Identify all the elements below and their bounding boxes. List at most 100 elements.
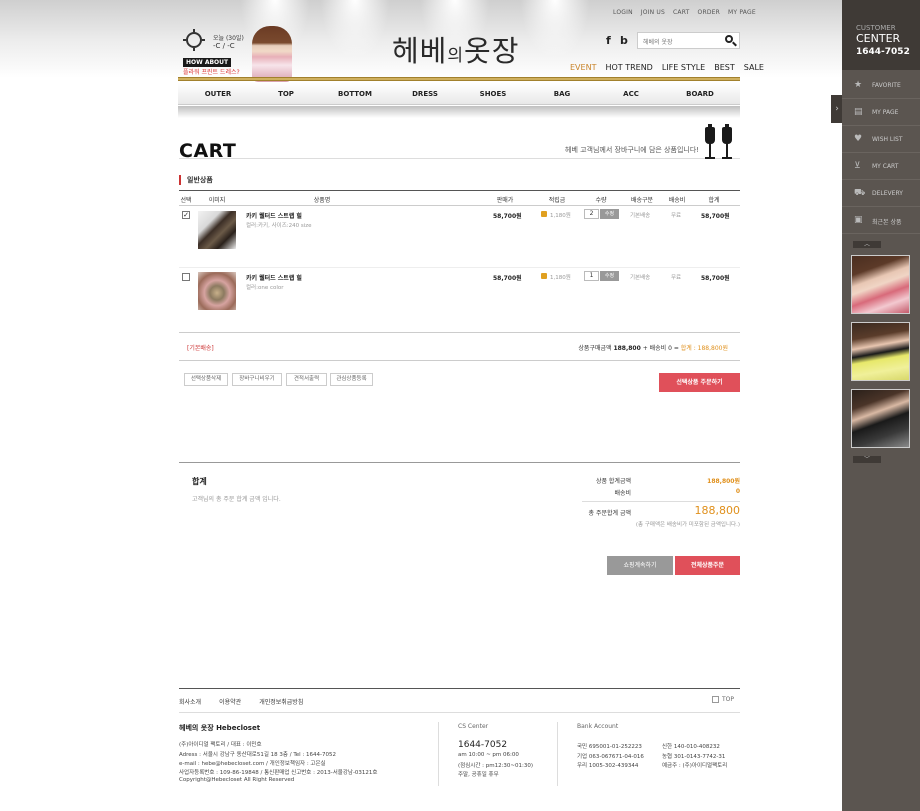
top-link-login[interactable]: LOGIN (613, 9, 633, 16)
totals-title: 합계 (192, 477, 207, 486)
shipping-label: 배송비 (614, 490, 631, 497)
product-points: 1,180원 (550, 213, 571, 219)
site-logo[interactable]: 헤베의옷장 (392, 28, 519, 70)
heart-icon: ♥ (854, 134, 863, 144)
how-about-subtitle[interactable]: 플라워 프린트 드레스? (183, 67, 240, 76)
product-thumbnail[interactable] (198, 211, 236, 249)
main-nav-bottom[interactable]: BOTTOM (338, 90, 372, 98)
quantity-update-button[interactable]: 수정 (600, 271, 619, 281)
quantity-input[interactable]: 1 (584, 271, 599, 281)
totals-divider (179, 462, 740, 463)
quantity-input[interactable]: 2 (584, 209, 599, 219)
footer-link-terms[interactable]: 이용약관 (219, 699, 241, 706)
top-label: TOP (722, 696, 735, 703)
sidebar-item-mypage[interactable]: ▤ MY PAGE (842, 100, 920, 126)
sidebar-item-label: MY PAGE (872, 109, 899, 116)
shipping-fee: 무료 (671, 213, 682, 219)
product-name[interactable]: 카키 웰터드 스트랩 힐 (246, 211, 302, 220)
product-price: 58,700원 (493, 213, 522, 220)
item-checkbox[interactable] (182, 273, 190, 281)
footer-info: (주)아이디얼 팩토리 / 대표 : 이민호 (179, 742, 262, 748)
goods-total-label: 상품 합계금액 (595, 478, 631, 485)
totals-description: 고객님의 총 주문 합계 금액 입니다. (192, 496, 281, 503)
truck-icon: ⛟ (854, 188, 866, 198)
col-points: 적립금 (548, 197, 566, 204)
star-icon: ★ (854, 80, 863, 90)
recent-product-thumbnail[interactable] (851, 255, 910, 314)
cc-label: CUSTOMER (856, 24, 896, 32)
scroll-up-icon[interactable]: ︿ (853, 241, 881, 248)
quantity-update-button[interactable]: 수정 (600, 209, 619, 219)
order-selected-button[interactable]: 선택상품 주문하기 (659, 373, 740, 392)
sidebar-item-delivery[interactable]: ⛟ DELEVERY (842, 181, 920, 207)
shipping-value: 0 (735, 488, 740, 495)
facebook-icon[interactable]: f (606, 34, 611, 47)
nav-best[interactable]: BEST (714, 63, 735, 72)
row-total: 58,700원 (701, 275, 730, 282)
sidebar-item-recent[interactable]: ▣ 최근본 상품 (842, 208, 920, 234)
goods-total-value: 188,800원 (707, 478, 740, 485)
light-spot (320, 0, 390, 60)
recent-product-thumbnail[interactable] (851, 389, 910, 448)
continue-shopping-button[interactable]: 쇼핑계속하기 (607, 556, 673, 575)
nav-life-style[interactable]: LIFE STYLE (662, 63, 705, 72)
top-link-mypage[interactable]: MY PAGE (728, 9, 756, 16)
summary-total: 합계 : 188,800원 (680, 345, 728, 352)
empty-cart-button[interactable]: 장바구니비우기 (232, 373, 282, 386)
weather-temp: -C / -C (213, 42, 235, 50)
sidebar-item-label: DELEVERY (872, 190, 903, 197)
nav-hot-trend[interactable]: HOT TREND (605, 63, 652, 72)
cc-title: CENTER (856, 32, 901, 45)
add-wishlist-button[interactable]: 관심상품등록 (330, 373, 373, 386)
sidebar-item-wishlist[interactable]: ♥ WISH LIST (842, 127, 920, 153)
sidebar-item-mycart[interactable]: ⊻ MY CART (842, 154, 920, 180)
main-nav-shoes[interactable]: SHOES (480, 90, 507, 98)
main-nav-dress[interactable]: DRESS (412, 90, 438, 98)
mypage-icon: ▤ (854, 107, 863, 117)
sun-icon (183, 29, 211, 53)
print-quote-button[interactable]: 견적서출력 (286, 373, 327, 386)
order-all-button[interactable]: 전체상품주문 (675, 556, 740, 575)
bank-holder: 예금주 : (주)아이디얼팩토리 (662, 763, 728, 769)
top-link-cart[interactable]: CART (673, 9, 690, 16)
sidebar-item-favorite[interactable]: ★ FAVORITE (842, 73, 920, 99)
recent-product-thumbnail[interactable] (851, 322, 910, 381)
footer-link-privacy[interactable]: 개인정보취급방침 (259, 699, 303, 706)
footer-company: 헤베의 옷장 Hebecloset (179, 724, 261, 732)
scroll-top-button[interactable]: TOP (712, 696, 734, 703)
main-nav-acc[interactable]: ACC (623, 90, 639, 98)
footer-divider (179, 688, 740, 689)
search-icon[interactable] (723, 33, 738, 48)
logo-end: 옷장 (464, 34, 520, 68)
delete-selected-button[interactable]: 선택상품삭제 (184, 373, 228, 386)
scroll-down-icon[interactable]: ﹀ (853, 456, 881, 463)
main-nav-top[interactable]: TOP (278, 90, 294, 98)
order-total-value: 188,800 (694, 504, 741, 517)
summary-mid: + 배송비 0 = (642, 345, 679, 352)
top-link-join[interactable]: JOIN US (641, 9, 665, 16)
shipping-type: 기본배송 (630, 213, 651, 219)
col-ship-type: 배송구분 (630, 197, 654, 204)
bank-account: 기업 063-067671-04-016 (577, 754, 644, 760)
main-nav-bag[interactable]: BAG (554, 90, 571, 98)
col-ship-fee: 배송비 (668, 197, 686, 204)
item-checkbox[interactable]: ✓ (182, 211, 190, 219)
nav-event[interactable]: EVENT (570, 63, 596, 72)
model-image[interactable] (252, 26, 292, 82)
top-link-order[interactable]: ORDER (698, 9, 720, 16)
product-option: 컬러:one color (246, 285, 284, 291)
how-about-badge[interactable]: HOW ABOUT (183, 58, 232, 67)
title-divider (179, 158, 740, 159)
cs-hours: am 10:00 ~ pm 06:00 (458, 752, 519, 758)
blog-icon[interactable]: b (620, 34, 628, 47)
product-thumbnail[interactable] (198, 272, 236, 310)
nav-shadow (178, 106, 740, 118)
main-nav-board[interactable]: BOARD (686, 90, 714, 98)
product-name[interactable]: 카키 웰터드 스트랩 힐 (246, 273, 302, 282)
main-nav-outer[interactable]: OUTER (205, 90, 232, 98)
col-image: 이미지 (208, 197, 226, 204)
footer-info: e-mail : hebe@hebecloset.com / 개인정보책임자 :… (179, 761, 326, 767)
sidebar-item-label: FAVORITE (872, 82, 901, 89)
nav-sale[interactable]: SALE (744, 63, 764, 72)
footer-link-about[interactable]: 회사소개 (179, 699, 201, 706)
